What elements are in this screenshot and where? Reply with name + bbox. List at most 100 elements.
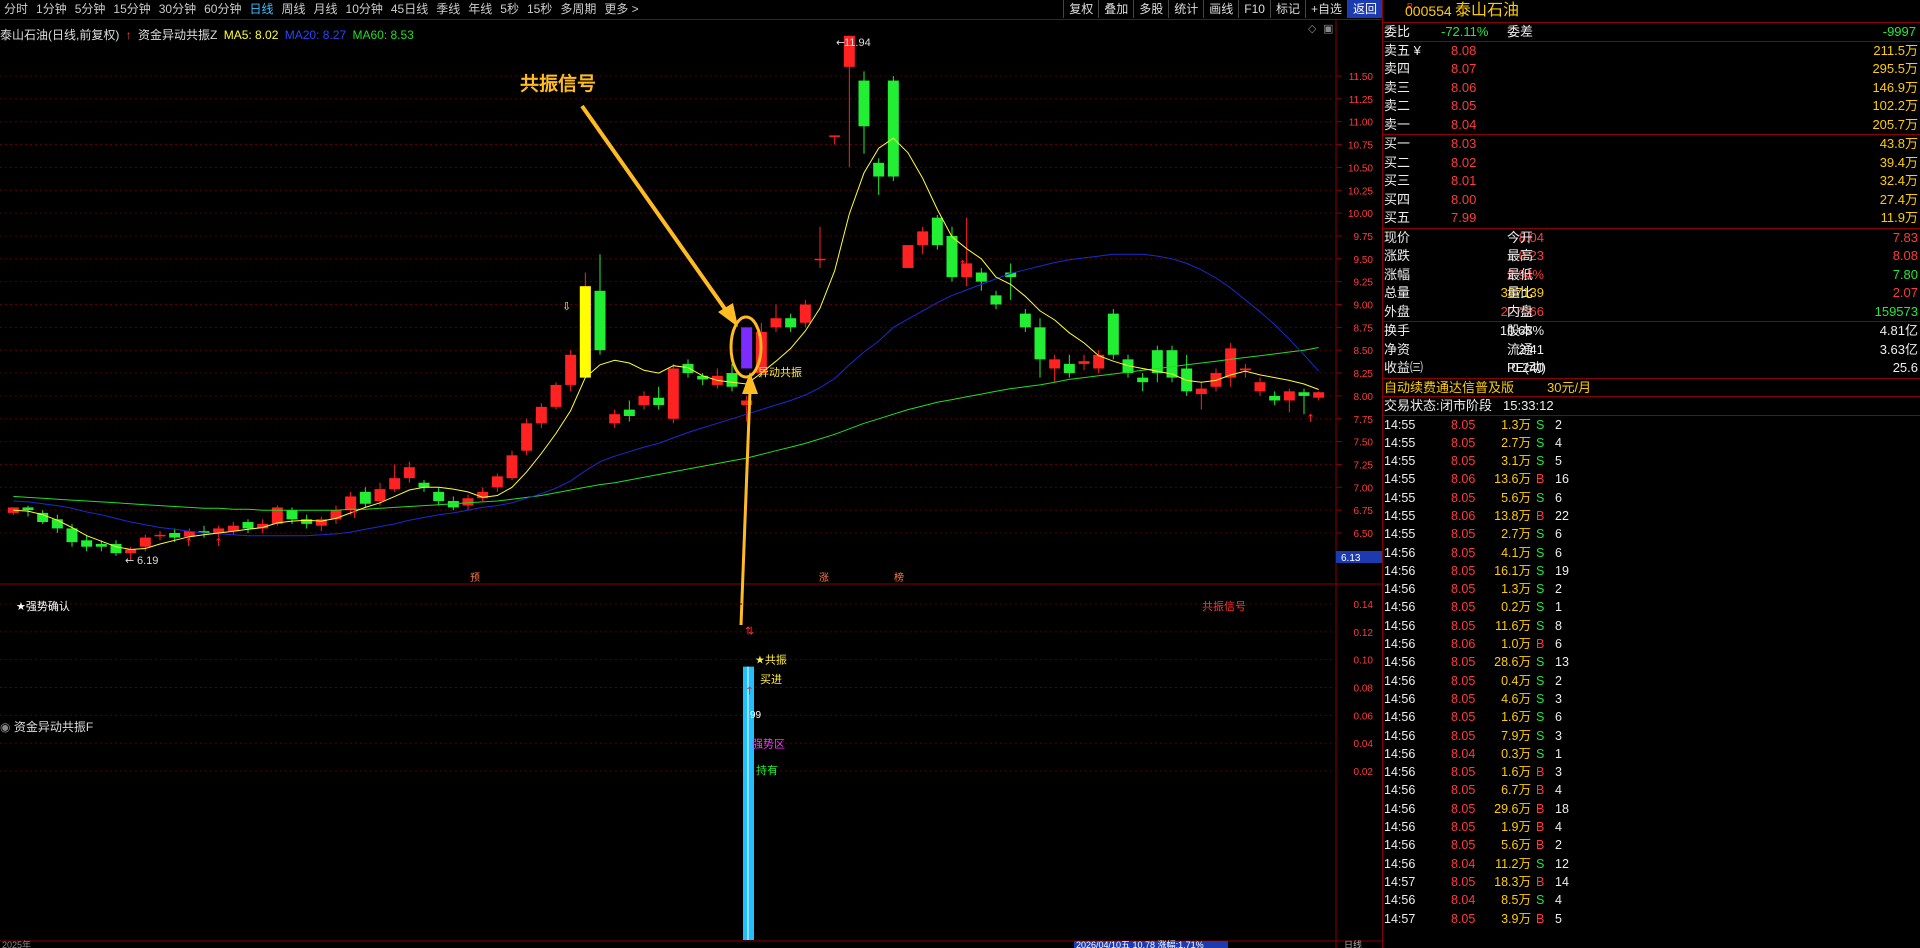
- candle: [653, 386, 665, 410]
- diamond-icon[interactable]: ◇: [1308, 22, 1317, 35]
- bids-row[interactable]: 买一 8.03 43.8万: [1383, 135, 1920, 154]
- stats2-block: 换手 10.68% 股本 4.81亿 净资 2.41 流通 3.63亿 收益㈢ 0.240 PE(动…: [1383, 321, 1920, 378]
- stats-block: 现价 8.04 今开 7.83 涨跌 0.23 最高 8.08 涨幅 2.94% 最低 7.80 总量 3…: [1383, 227, 1920, 322]
- last-price-tag: 6.13: [1336, 551, 1382, 564]
- y-tick-label: 9.00: [1354, 301, 1374, 312]
- tick-row: 14:55 8.05 3.1万 S 5: [1384, 454, 1562, 469]
- y-tick-label: 11.50: [1349, 72, 1374, 83]
- kline-chart[interactable]: 11.50 11.25 11.00 10.75 10.50 10.25 10.00 9.75 9…: [0, 20, 1382, 948]
- asks-row[interactable]: 卖四 8.07 295.5万: [1383, 60, 1920, 79]
- candle: [990, 290, 1002, 310]
- tick-list[interactable]: 14:55 8.05 1.3万 S 2 14:55 8.05 2.7万 S 4 14:55 8.05 3…: [1383, 414, 1920, 928]
- candle: [697, 373, 709, 385]
- candle: [227, 522, 239, 535]
- promo-row[interactable]: 自动续费通达信普及版 30元/月: [1383, 377, 1920, 397]
- y-tick-label: 8.75: [1354, 323, 1374, 334]
- candle: [682, 359, 694, 378]
- trade-state-row: 交易状态: 闭市阶段 15:33:12: [1383, 396, 1920, 415]
- asks-row[interactable]: 卖一 8.04 205.7万: [1383, 116, 1920, 135]
- tool-list: 复权 叠加 多股 统计 画线 F10 标记 +自选 返回: [1063, 0, 1382, 18]
- candle: [7, 507, 19, 515]
- tool-button[interactable]: 复权: [1063, 0, 1098, 18]
- sub-indicator-title[interactable]: ◉ 资金异动共振F: [0, 718, 93, 735]
- asks-row[interactable]: 卖五 ¥8.08 211.5万: [1383, 42, 1920, 61]
- period-tab[interactable]: 10分钟: [342, 0, 387, 19]
- signal-title: 共振信号: [520, 72, 596, 95]
- period-tab[interactable]: 45日线: [387, 0, 432, 19]
- bids-row[interactable]: 买四 8.00 27.4万: [1383, 191, 1920, 210]
- tool-button[interactable]: 多股: [1133, 0, 1168, 18]
- tool-button[interactable]: 返回: [1346, 0, 1382, 18]
- tick-row: 14:56 8.05 28.6万 S 13: [1384, 655, 1569, 670]
- sub-tick-label: 0.14: [1354, 600, 1374, 611]
- tick-row: 14:56 8.05 4.1万 S 6: [1384, 545, 1562, 560]
- tool-button[interactable]: 标记: [1269, 0, 1305, 18]
- period-tab[interactable]: 分时: [0, 0, 32, 19]
- resonance-arrow-icon: ⇅: [745, 625, 754, 638]
- asks-row[interactable]: 卖二 8.05 102.2万: [1383, 97, 1920, 116]
- period-tab[interactable]: 年线: [464, 0, 496, 19]
- sub-tick-label: 0.04: [1354, 739, 1374, 750]
- period-tab[interactable]: 更多 >: [600, 0, 642, 19]
- candle: [1019, 309, 1031, 332]
- tick-row: 14:56 8.05 0.2万 S 1: [1384, 600, 1562, 615]
- candle: [1078, 354, 1090, 371]
- low-arrow-icon: ←: [125, 554, 134, 567]
- tool-button[interactable]: 统计: [1168, 0, 1203, 18]
- period-tab[interactable]: 1分钟: [32, 0, 71, 19]
- bids-row[interactable]: 买五 7.99 11.9万: [1383, 209, 1920, 228]
- high-arrow-icon: ←: [836, 36, 845, 49]
- tick-row: 14:56 8.05 6.7万 B 4: [1384, 783, 1562, 798]
- tick-row: 14:56 8.05 11.6万 S 8: [1384, 618, 1562, 633]
- candle: [594, 254, 606, 355]
- event-tag[interactable]: 涨: [819, 572, 829, 584]
- period-tab[interactable]: 5分钟: [71, 0, 110, 19]
- sub-signal-label: 共振信号: [1202, 599, 1246, 613]
- candle: [374, 482, 386, 506]
- candle: [609, 409, 621, 428]
- period-tab[interactable]: 30分钟: [155, 0, 200, 19]
- tick-row: 14:55 8.05 1.3万 S 2: [1384, 417, 1562, 432]
- candle: [389, 464, 401, 492]
- y-tick-label: 11.25: [1349, 95, 1374, 106]
- window-toggle-icon[interactable]: ▣: [1323, 22, 1333, 35]
- asks-row[interactable]: 卖三 8.06 146.9万: [1383, 79, 1920, 98]
- tick-row: 14:57 8.05 3.9万 B 5: [1384, 911, 1562, 926]
- candle: [1151, 345, 1163, 383]
- tick-row: 14:56 8.05 1.6万 S 6: [1384, 710, 1562, 725]
- candle: [1093, 350, 1105, 374]
- buy-arrow-icon: ↑: [184, 536, 193, 549]
- period-tab[interactable]: 多周期: [556, 0, 600, 19]
- buy-arrow-icon: ↑: [745, 684, 754, 697]
- period-tab[interactable]: 月线: [310, 0, 342, 19]
- candle: [1254, 377, 1266, 396]
- tool-button[interactable]: 叠加: [1098, 0, 1133, 18]
- tool-button[interactable]: F10: [1238, 0, 1270, 18]
- candle: [887, 76, 899, 182]
- period-tab[interactable]: 15分钟: [109, 0, 154, 19]
- period-tab[interactable]: 周线: [277, 0, 309, 19]
- sub-tick-label: 0.08: [1354, 684, 1374, 695]
- candle: [667, 363, 679, 424]
- down-arrow-icon: ⇩: [562, 300, 571, 313]
- candle: [975, 267, 987, 291]
- stock-name: 泰山石油: [1455, 2, 1520, 19]
- period-tab[interactable]: 15秒: [523, 0, 556, 19]
- period-tab[interactable]: 季线: [432, 0, 464, 19]
- candle: [1063, 354, 1075, 378]
- stats-row: 外盘 227566 内盘 159573: [1384, 303, 1918, 319]
- tick-row: 14:56 8.05 5.6万 B 2: [1384, 838, 1562, 853]
- signal-up-arrow-head: [742, 372, 758, 394]
- period-tab[interactable]: 日线: [245, 0, 277, 19]
- bids-row[interactable]: 买三 8.01 32.4万: [1383, 172, 1920, 191]
- event-tag[interactable]: 预: [470, 572, 480, 584]
- tool-button[interactable]: 画线: [1203, 0, 1238, 18]
- period-tab[interactable]: 5秒: [496, 0, 523, 19]
- bids-row[interactable]: 买二 8.02 39.4万: [1383, 154, 1920, 173]
- event-tag[interactable]: 榜: [894, 571, 904, 584]
- signal-candle-purple: [741, 327, 753, 369]
- period-tab[interactable]: 60分钟: [200, 0, 245, 19]
- tool-button[interactable]: +自选: [1304, 0, 1347, 18]
- candle: [770, 304, 782, 332]
- tick-row: 14:55 8.06 13.6万 B 16: [1384, 472, 1569, 487]
